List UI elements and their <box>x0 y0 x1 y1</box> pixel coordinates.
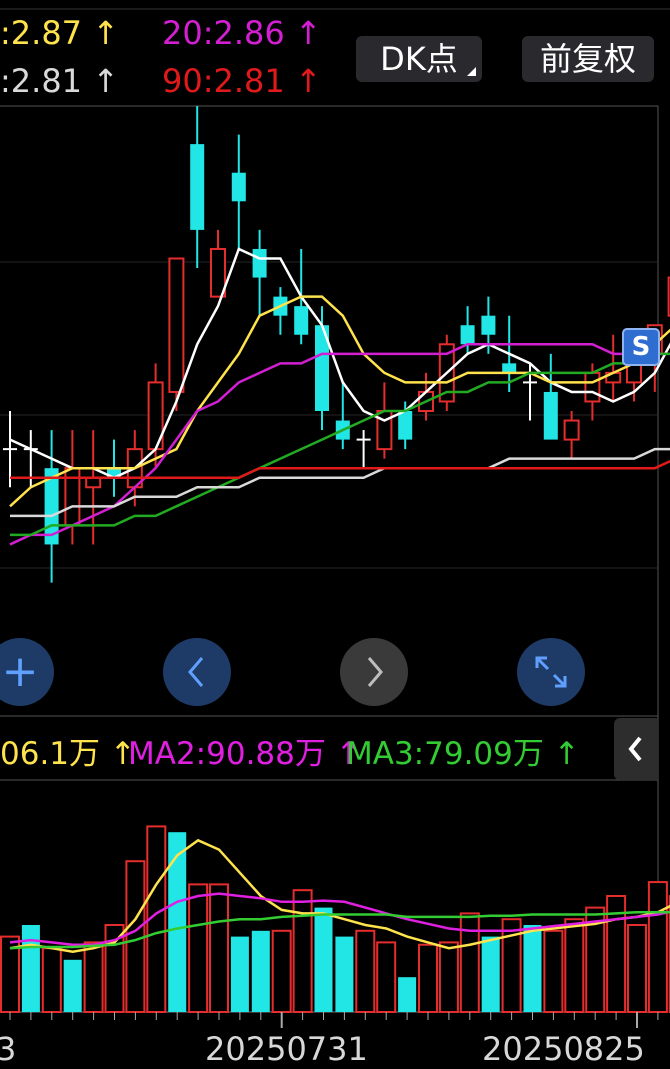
volume-bar <box>355 929 376 1013</box>
volume-ma2-value: MA2:90.88万 <box>128 736 326 772</box>
volume-bar <box>230 936 249 1012</box>
volume-bar <box>209 883 229 1014</box>
volume-ma1-value: 06.1万 <box>0 736 101 772</box>
candle-body <box>190 144 205 230</box>
candle-body <box>376 410 393 451</box>
candle-body <box>231 172 246 202</box>
candle-body <box>543 391 558 440</box>
volume-legend-ma2: MA2:90.88万 ↑ <box>128 728 362 773</box>
candle-body <box>398 411 413 440</box>
volume-bar <box>543 929 564 1013</box>
price-ma-line <box>10 447 670 518</box>
volume-bar <box>335 936 354 1012</box>
volume-bar <box>314 907 333 1012</box>
volume-legend-ma1: 06.1万 ↑ <box>0 728 136 773</box>
x-label-left: 3 <box>0 1030 17 1068</box>
volume-bar <box>271 929 292 1013</box>
chevron-left-icon <box>188 657 204 687</box>
volume-bar <box>481 936 500 1012</box>
signal-badge-label: S <box>631 332 651 362</box>
volume-bar <box>647 881 668 1014</box>
volume-bar <box>627 924 647 1013</box>
candle-body <box>563 419 580 441</box>
volume-bar <box>438 941 459 1014</box>
volume-bar <box>188 883 209 1014</box>
volume-bar <box>83 941 104 1014</box>
candle-body <box>584 371 601 403</box>
next-button[interactable] <box>340 638 408 706</box>
chevron-right-icon <box>367 657 383 687</box>
chevron-left-icon <box>628 736 642 762</box>
candle-body <box>502 363 517 373</box>
candle-body <box>252 248 267 278</box>
candle-body <box>481 315 496 335</box>
candlestick-chart[interactable] <box>0 0 670 1069</box>
volume-legend-ma3: MA3:79.09万 ↑ <box>346 728 580 773</box>
plus-icon: + <box>1 646 39 697</box>
volume-bar <box>292 889 313 1014</box>
volume-bar <box>21 925 40 1012</box>
volume-bar <box>376 941 397 1014</box>
candle-body <box>294 306 309 335</box>
candle-body <box>85 476 102 489</box>
expand-icon <box>535 656 567 688</box>
x-label-mid: 20250731 <box>205 1030 368 1068</box>
fullscreen-button[interactable] <box>517 638 585 706</box>
signal-badge[interactable]: S <box>622 328 660 366</box>
volume-ma3-value: MA3:79.09万 <box>346 736 544 772</box>
volume-bar <box>523 925 542 1012</box>
volume-bar <box>459 912 480 1014</box>
x-label-right: 20250825 <box>482 1030 645 1068</box>
volume-bar <box>564 918 585 1014</box>
volume-bar <box>398 977 417 1012</box>
candle-body <box>168 257 185 393</box>
up-arrow-icon: ↑ <box>553 736 580 772</box>
candle-body <box>460 325 475 345</box>
volume-bar <box>168 832 187 1012</box>
volume-bar <box>418 943 438 1013</box>
volume-bar <box>251 930 270 1012</box>
volume-bar <box>41 947 62 1014</box>
collapse-panel-button[interactable] <box>614 718 658 780</box>
prev-button[interactable] <box>163 638 231 706</box>
volume-bar <box>125 860 146 1014</box>
volume-bar <box>63 959 82 1012</box>
